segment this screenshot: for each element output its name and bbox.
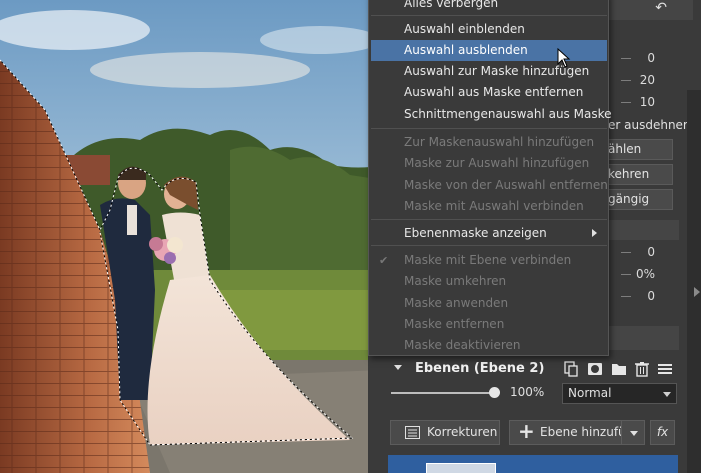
duplicate-layer-icon[interactable]: [563, 361, 579, 377]
menu-separator: [371, 245, 607, 246]
value-field[interactable]: 0%: [615, 267, 655, 281]
layer-thumbnail: [426, 463, 496, 473]
checkmark-icon: ✔: [379, 254, 389, 267]
select-button[interactable]: ählen: [606, 139, 673, 160]
mask-icon[interactable]: [587, 361, 603, 377]
menu-separator: [371, 128, 607, 129]
trash-icon[interactable]: [634, 361, 650, 377]
panel-scrollbar[interactable]: [687, 90, 701, 473]
menu-separator: [371, 15, 607, 16]
corrections-label: Korrekturen: [427, 425, 498, 439]
menu-item-show-selection[interactable]: Auswahl einblenden: [371, 19, 607, 40]
menu-item-show-layer-mask[interactable]: Ebenenmaske anzeigen: [371, 223, 607, 244]
submenu-arrow-icon: [592, 229, 597, 237]
plus-icon: +: [518, 420, 535, 443]
blend-mode-select[interactable]: Normal: [562, 383, 677, 404]
add-layer-label: Ebene hinzufü: [540, 425, 626, 439]
blend-mode-value: Normal: [568, 386, 612, 400]
menu-item-delete-mask[interactable]: Maske entfernen: [371, 314, 607, 335]
value-field[interactable]: 20: [615, 73, 655, 87]
menu-item-add-selection-to-mask[interactable]: Auswahl zur Maske hinzufügen: [371, 61, 607, 82]
menu-item-mask-to-selection[interactable]: Maske zur Auswahl hinzufügen: [371, 153, 607, 174]
menu-item-label: Ebenenmaske anzeigen: [404, 226, 547, 240]
value-field[interactable]: 0: [615, 245, 655, 259]
add-layer-dropdown[interactable]: [621, 420, 645, 445]
photo-canvas[interactable]: [0, 0, 383, 473]
layers-title: Ebenen (Ebene 2): [415, 361, 545, 376]
menu-item-add-to-mask-selection[interactable]: Zur Maskenauswahl hinzufügen: [371, 132, 607, 153]
menu-item-remove-selection-from-mask[interactable]: Auswahl aus Maske entfernen: [371, 82, 607, 103]
value-field[interactable]: 0: [615, 51, 655, 65]
expand-label: er ausdehner: [608, 118, 688, 132]
value-field[interactable]: 0: [615, 289, 655, 303]
value-field[interactable]: 10: [615, 95, 655, 109]
menu-item-hide-all[interactable]: Alles verbergen: [371, 0, 607, 14]
section-header: [606, 220, 679, 240]
layers-header: Ebenen (Ebene 2): [388, 358, 678, 380]
opacity-value: 100%: [510, 385, 545, 399]
folder-icon[interactable]: [611, 361, 627, 377]
undo-icon[interactable]: ↶: [655, 0, 667, 16]
menu-item-link-mask-to-layer[interactable]: ✔ Maske mit Ebene verbinden: [371, 250, 607, 271]
undo-selection-button[interactable]: gängig: [606, 189, 673, 210]
opacity-slider-track[interactable]: [391, 392, 495, 394]
caret-down-icon[interactable]: [394, 365, 402, 370]
active-layer-row[interactable]: [388, 455, 678, 473]
menu-item-label: Maske mit Ebene verbinden: [404, 253, 572, 267]
menu-separator: [371, 219, 607, 220]
menu-item-intersect-selection-mask[interactable]: Schnittmengenauswahl aus Maske: [371, 104, 611, 125]
fx-label: fx: [656, 425, 669, 439]
section-header: [606, 326, 679, 350]
fx-button[interactable]: fx: [650, 420, 675, 445]
mouse-cursor-icon: [557, 48, 571, 68]
collapse-arrow-icon[interactable]: [694, 287, 700, 297]
chevron-down-icon: [630, 431, 638, 436]
menu-item-invert-mask[interactable]: Maske umkehren: [371, 271, 607, 292]
menu-item-disable-mask[interactable]: Maske deaktivieren: [371, 335, 607, 356]
corrections-button[interactable]: Korrekturen: [390, 420, 500, 445]
menu-item-combine-mask-selection[interactable]: Maske mit Auswahl verbinden: [371, 196, 607, 217]
chevron-down-icon: [663, 392, 671, 397]
adjustments-icon: [405, 426, 420, 439]
menu-item-hide-selection[interactable]: Auswahl ausblenden: [371, 40, 607, 61]
opacity-slider-knob[interactable]: [489, 387, 500, 398]
invert-button[interactable]: kehren: [606, 164, 673, 185]
context-menu: Alles verbergen Auswahl einblenden Auswa…: [368, 0, 611, 356]
hamburger-menu-icon[interactable]: [657, 361, 673, 377]
menu-item-subtract-mask-from-selection[interactable]: Maske von der Auswahl entfernen: [371, 175, 608, 196]
menu-item-apply-mask[interactable]: Maske anwenden: [371, 293, 607, 314]
